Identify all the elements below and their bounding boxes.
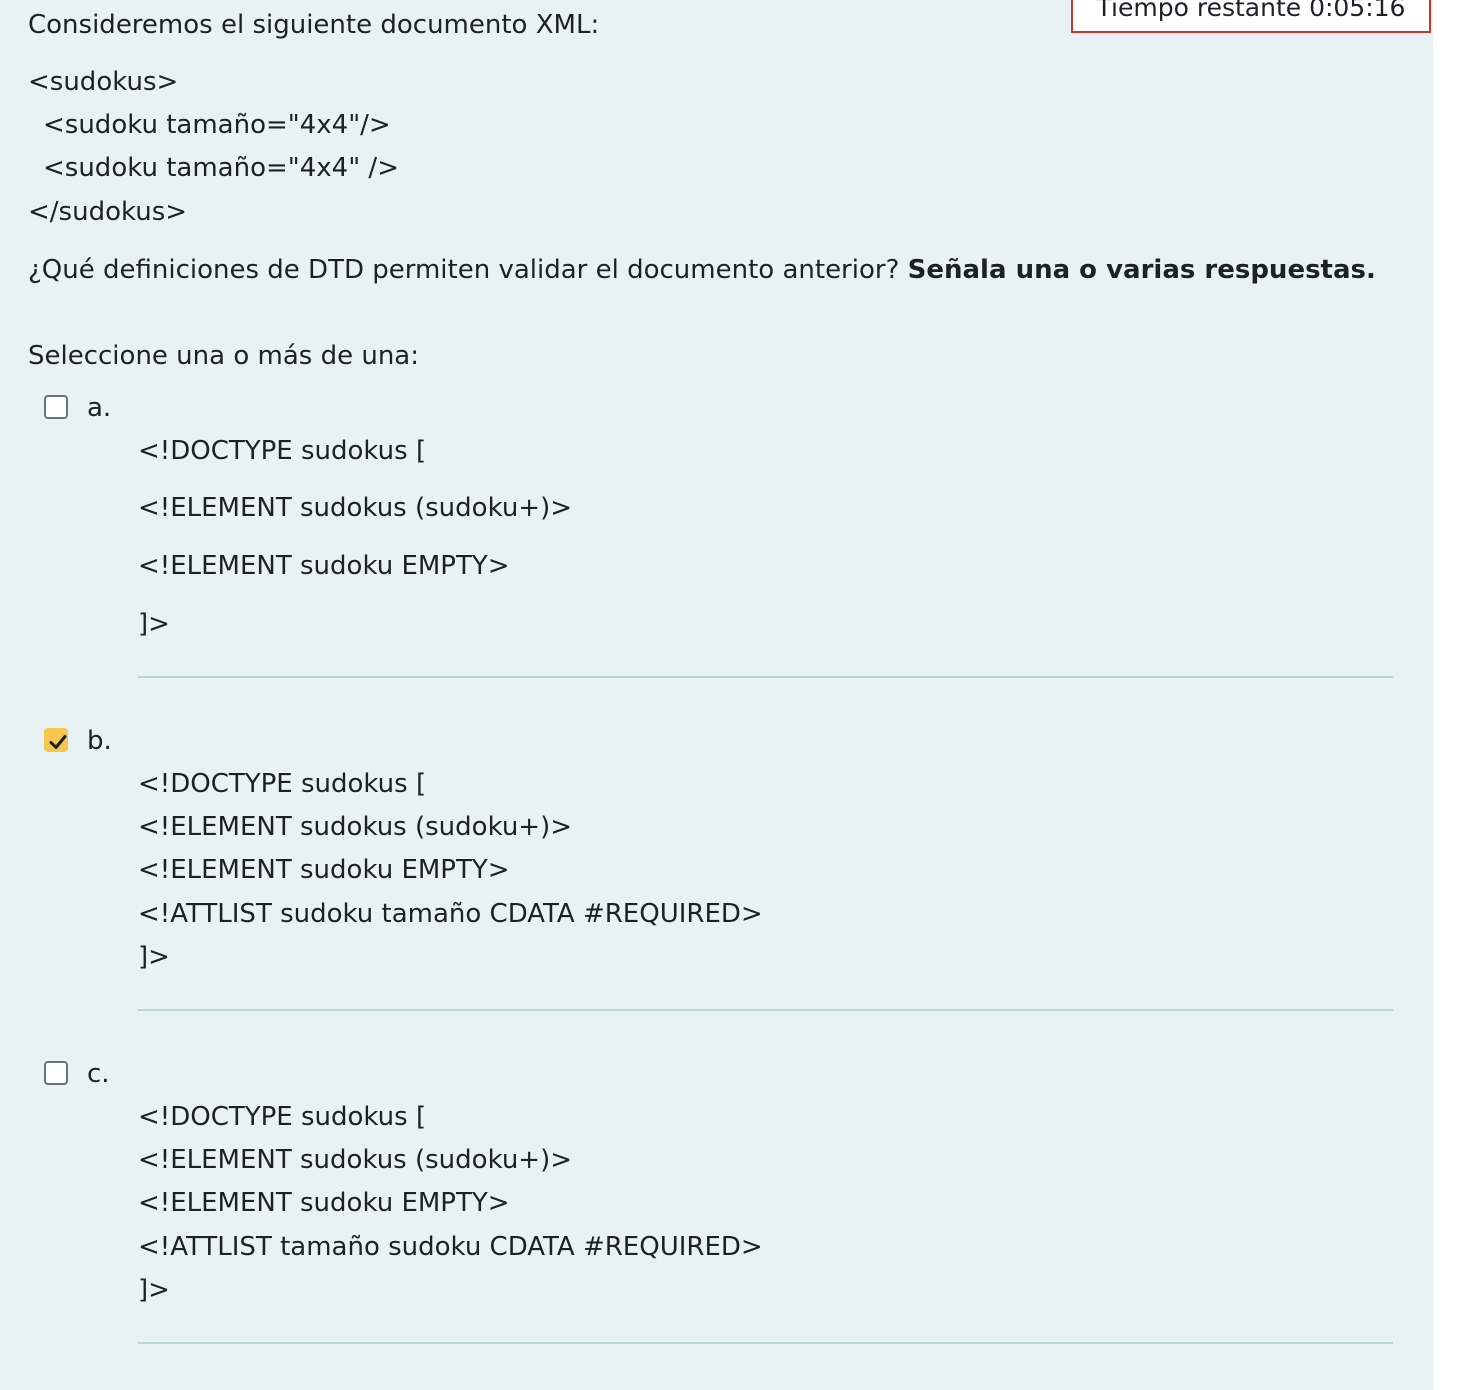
option-c-checkbox[interactable] [44,1061,68,1085]
xml-line-sudoku-2: <sudoku tamaño="4x4" /> [43,153,399,183]
option-a-line-3: <!ELEMENT sudoku EMPTY> [138,551,510,581]
option-b-letter[interactable]: b. [87,724,112,758]
option-b-line-5: ]> [138,942,170,972]
xml-line-sudoku-1: <sudoku tamaño="4x4"/> [43,110,391,140]
option-divider [138,676,1393,678]
question-prompt: ¿Qué definiciones de DTD permiten valida… [28,253,1376,287]
option-c-letter[interactable]: c. [87,1057,110,1091]
option-b-line-1: <!DOCTYPE sudokus [ [138,769,427,799]
option-divider [138,1342,1393,1344]
question-prompt-text: ¿Qué definiciones de DTD permiten valida… [28,255,900,285]
xml-line-root-open: <sudokus> [28,67,179,97]
option-c-line-5: ]> [138,1275,170,1305]
question-prompt-instruction: Señala una o varias respuestas. [907,255,1376,285]
option-divider [138,1009,1393,1011]
time-remaining-timer: Tiempo restante 0:05:16 [1071,0,1431,33]
checkmark-icon [49,735,67,749]
option-c-line-2: <!ELEMENT sudokus (sudoku+)> [138,1145,573,1175]
option-c-line-1: <!DOCTYPE sudokus [ [138,1102,427,1132]
option-b-line-4: <!ATTLIST sudoku tamaño CDATA #REQUIRED> [138,899,763,929]
option-a-letter[interactable]: a. [87,391,111,425]
xml-line-root-close: </sudokus> [28,197,188,227]
option-c-line-3: <!ELEMENT sudoku EMPTY> [138,1188,510,1218]
option-b-line-2: <!ELEMENT sudokus (sudoku+)> [138,812,573,842]
option-a-line-1: <!DOCTYPE sudokus [ [138,436,427,466]
option-a-line-2: <!ELEMENT sudokus (sudoku+)> [138,493,573,523]
question-panel: Tiempo restante 0:05:16 Consideremos el … [0,0,1433,1390]
option-b-line-3: <!ELEMENT sudoku EMPTY> [138,855,510,885]
question-intro: Consideremos el siguiente documento XML: [28,10,600,40]
select-instruction: Seleccione una o más de una: [28,341,419,371]
option-a-line-4: ]> [138,609,170,639]
option-b-checkbox[interactable] [44,728,68,752]
option-a-checkbox[interactable] [44,395,68,419]
option-c-line-4: <!ATTLIST tamaño sudoku CDATA #REQUIRED> [138,1232,763,1262]
